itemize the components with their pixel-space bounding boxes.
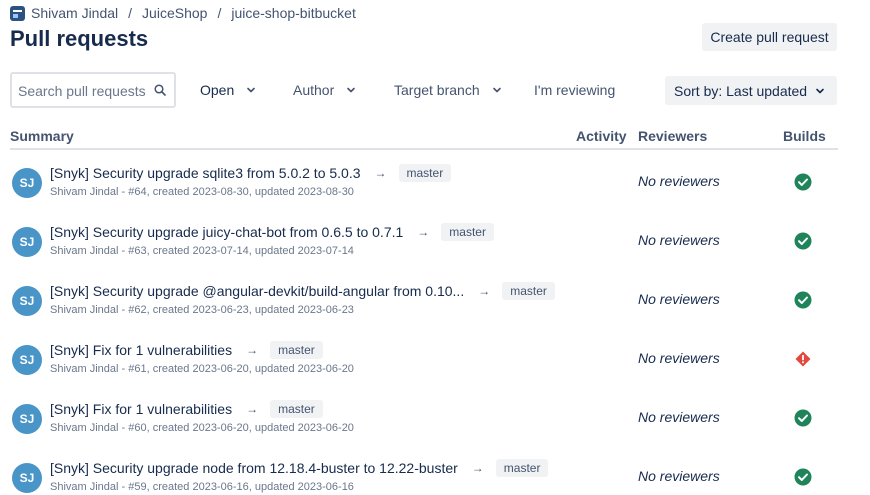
- check-circle-icon[interactable]: [794, 232, 812, 250]
- pr-title-line: [Snyk] Security upgrade sqlite3 from 5.0…: [50, 163, 452, 183]
- pr-meta: Shivam Jindal - #63, created 2023-07-14,…: [50, 245, 354, 257]
- avatar[interactable]: SJ: [12, 227, 42, 257]
- pr-title-line: [Snyk] Fix for 1 vulnerabilities → maste…: [50, 399, 323, 419]
- arrow-right-icon: →: [417, 225, 430, 239]
- chevron-down-icon: [492, 87, 501, 93]
- table-row[interactable]: SJ [Snyk] Security upgrade @angular-devk…: [10, 281, 838, 340]
- target-branch-badge: master: [270, 400, 323, 418]
- check-circle-icon[interactable]: [794, 468, 812, 486]
- arrow-right-icon: →: [478, 284, 491, 298]
- table-row[interactable]: SJ [Snyk] Fix for 1 vulnerabilities → ma…: [10, 340, 838, 399]
- pr-title-line: [Snyk] Security upgrade node from 12.18.…: [50, 458, 549, 478]
- pr-title-line: [Snyk] Fix for 1 vulnerabilities → maste…: [50, 340, 323, 360]
- search-box[interactable]: [10, 72, 176, 108]
- check-circle-icon[interactable]: [794, 291, 812, 309]
- reviewers-status: No reviewers: [638, 173, 720, 189]
- breadcrumb-user[interactable]: Shivam Jindal: [31, 5, 118, 21]
- target-branch-badge: master: [502, 282, 555, 300]
- page-title: Pull requests: [10, 26, 149, 51]
- workspace-icon: [10, 5, 25, 21]
- avatar[interactable]: SJ: [12, 463, 42, 493]
- pr-meta: Shivam Jindal - #61, created 2023-06-20,…: [50, 363, 354, 375]
- column-header-activity: Activity: [576, 128, 627, 144]
- state-filter-label: Open: [200, 82, 235, 98]
- breadcrumb-separator: /: [128, 5, 133, 21]
- chevron-down-icon: [816, 88, 824, 94]
- pr-title-line: [Snyk] Security upgrade juicy-chat-bot f…: [50, 222, 494, 242]
- state-filter-dropdown[interactable]: Open: [200, 72, 256, 108]
- column-header-builds: Builds: [783, 128, 826, 144]
- breadcrumb-project[interactable]: JuiceShop: [142, 5, 207, 21]
- im-reviewing-label: I'm reviewing: [534, 82, 616, 98]
- avatar[interactable]: SJ: [12, 168, 42, 198]
- table-header: Summary Activity Reviewers Builds: [10, 126, 838, 150]
- reviewers-status: No reviewers: [638, 409, 720, 425]
- reviewers-status: No reviewers: [638, 468, 720, 484]
- arrow-right-icon: →: [246, 343, 259, 357]
- table-row[interactable]: SJ [Snyk] Security upgrade sqlite3 from …: [10, 163, 838, 222]
- avatar[interactable]: SJ: [12, 345, 42, 375]
- pr-meta: Shivam Jindal - #60, created 2023-06-20,…: [50, 422, 354, 434]
- reviewers-status: No reviewers: [638, 291, 720, 307]
- filter-toolbar: Open Author Target branch I'm reviewing …: [10, 72, 838, 108]
- search-input[interactable]: [18, 82, 148, 100]
- target-branch-filter-label: Target branch: [394, 82, 480, 98]
- table-row[interactable]: SJ [Snyk] Security upgrade node from 12.…: [10, 458, 838, 495]
- avatar[interactable]: SJ: [12, 404, 42, 434]
- arrow-right-icon: →: [471, 461, 484, 475]
- breadcrumb: Shivam Jindal / JuiceShop / juice-shop-b…: [10, 4, 356, 22]
- check-circle-icon[interactable]: [794, 173, 812, 191]
- search-icon[interactable]: [154, 84, 166, 96]
- breadcrumb-repo[interactable]: juice-shop-bitbucket: [231, 5, 356, 21]
- pr-title-link[interactable]: [Snyk] Fix for 1 vulnerabilities: [50, 401, 232, 417]
- author-filter-label: Author: [293, 82, 335, 98]
- check-circle-icon[interactable]: [794, 409, 812, 427]
- column-header-reviewers: Reviewers: [638, 128, 708, 144]
- create-pull-request-button[interactable]: Create pull request: [702, 23, 837, 51]
- reviewers-status: No reviewers: [638, 350, 720, 366]
- pr-meta: Shivam Jindal - #64, created 2023-08-30,…: [50, 186, 354, 198]
- table-row[interactable]: SJ [Snyk] Security upgrade juicy-chat-bo…: [10, 222, 838, 281]
- target-branch-badge: master: [441, 223, 494, 241]
- pr-meta: Shivam Jindal - #59, created 2023-06-16,…: [50, 481, 354, 493]
- chevron-down-icon: [347, 87, 356, 93]
- pr-title-link[interactable]: [Snyk] Security upgrade node from 12.18.…: [50, 460, 458, 476]
- sort-dropdown[interactable]: Sort by: Last updated: [665, 76, 837, 105]
- im-reviewing-filter[interactable]: I'm reviewing: [534, 72, 615, 108]
- pr-meta: Shivam Jindal - #62, created 2023-06-23,…: [50, 304, 354, 316]
- target-branch-badge: master: [398, 164, 452, 182]
- pr-title-line: [Snyk] Security upgrade @angular-devkit/…: [50, 281, 555, 301]
- pr-title-link[interactable]: [Snyk] Security upgrade sqlite3 from 5.0…: [50, 165, 361, 181]
- target-branch-filter-dropdown[interactable]: Target branch: [394, 72, 502, 108]
- arrow-right-icon: →: [374, 166, 387, 180]
- reviewers-status: No reviewers: [638, 232, 720, 248]
- target-branch-badge: master: [270, 341, 323, 359]
- pr-title-link[interactable]: [Snyk] Fix for 1 vulnerabilities: [50, 342, 232, 358]
- breadcrumb-separator: /: [217, 5, 222, 21]
- sort-label: Sort by: Last updated: [674, 82, 808, 99]
- pr-title-link[interactable]: [Snyk] Security upgrade @angular-devkit/…: [50, 283, 464, 299]
- pr-title-link[interactable]: [Snyk] Security upgrade juicy-chat-bot f…: [50, 224, 403, 240]
- avatar[interactable]: SJ: [12, 286, 42, 316]
- table-row[interactable]: SJ [Snyk] Fix for 1 vulnerabilities → ma…: [10, 399, 838, 458]
- column-header-summary: Summary: [10, 128, 74, 144]
- error-diamond-icon[interactable]: [794, 350, 812, 368]
- arrow-right-icon: →: [246, 402, 259, 416]
- author-filter-dropdown[interactable]: Author: [293, 72, 356, 108]
- chevron-down-icon: [247, 87, 256, 93]
- target-branch-badge: master: [495, 459, 549, 477]
